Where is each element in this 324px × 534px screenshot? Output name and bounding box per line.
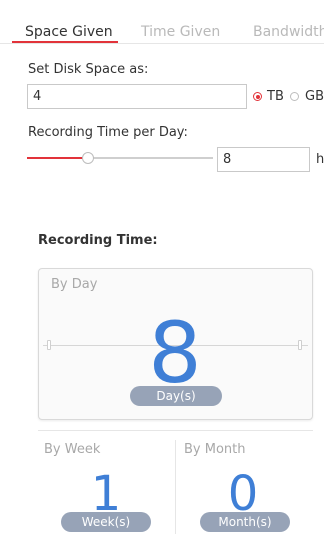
by-week-caption: By Week [44, 442, 101, 457]
unit-gb-radio[interactable] [290, 92, 299, 101]
by-day-unit: Day(s) [130, 386, 222, 406]
tab-space-given[interactable]: Space Given [25, 24, 113, 40]
recording-time-title: Recording Time: [38, 233, 158, 248]
right-range-handle[interactable] [298, 340, 302, 350]
by-week-unit: Week(s) [61, 512, 151, 532]
slider-thumb[interactable] [82, 152, 95, 164]
by-month-value: 0 [227, 466, 259, 522]
unit-tb-radio[interactable] [253, 92, 262, 101]
left-range-handle[interactable] [47, 340, 51, 350]
tab-bandwidth[interactable]: Bandwidth [253, 24, 324, 40]
recording-hours-slider[interactable] [27, 152, 213, 164]
unit-gb-label[interactable]: GB [305, 89, 324, 104]
by-day-caption: By Day [51, 277, 98, 292]
by-month-unit: Month(s) [200, 512, 290, 532]
by-day-value: 8 [148, 304, 202, 402]
by-week-value: 1 [90, 466, 122, 522]
unit-tb-label[interactable]: TB [267, 89, 284, 104]
disk-space-input[interactable] [27, 84, 247, 109]
recording-per-day-label: Recording Time per Day: [28, 125, 188, 140]
slider-fill [27, 157, 89, 159]
hours-unit-label: h [316, 152, 324, 167]
by-month-caption: By Month [184, 442, 246, 457]
recording-hours-input[interactable] [217, 147, 310, 172]
tab-bar: Space Given Time Given Bandwidth [0, 20, 324, 44]
section-divider [38, 430, 313, 431]
by-day-card: By Day 8 Day(s) [38, 268, 313, 420]
active-tab-indicator [12, 41, 118, 43]
week-month-divider [175, 440, 176, 534]
tab-time-given[interactable]: Time Given [141, 24, 220, 40]
disk-space-label: Set Disk Space as: [28, 62, 149, 77]
